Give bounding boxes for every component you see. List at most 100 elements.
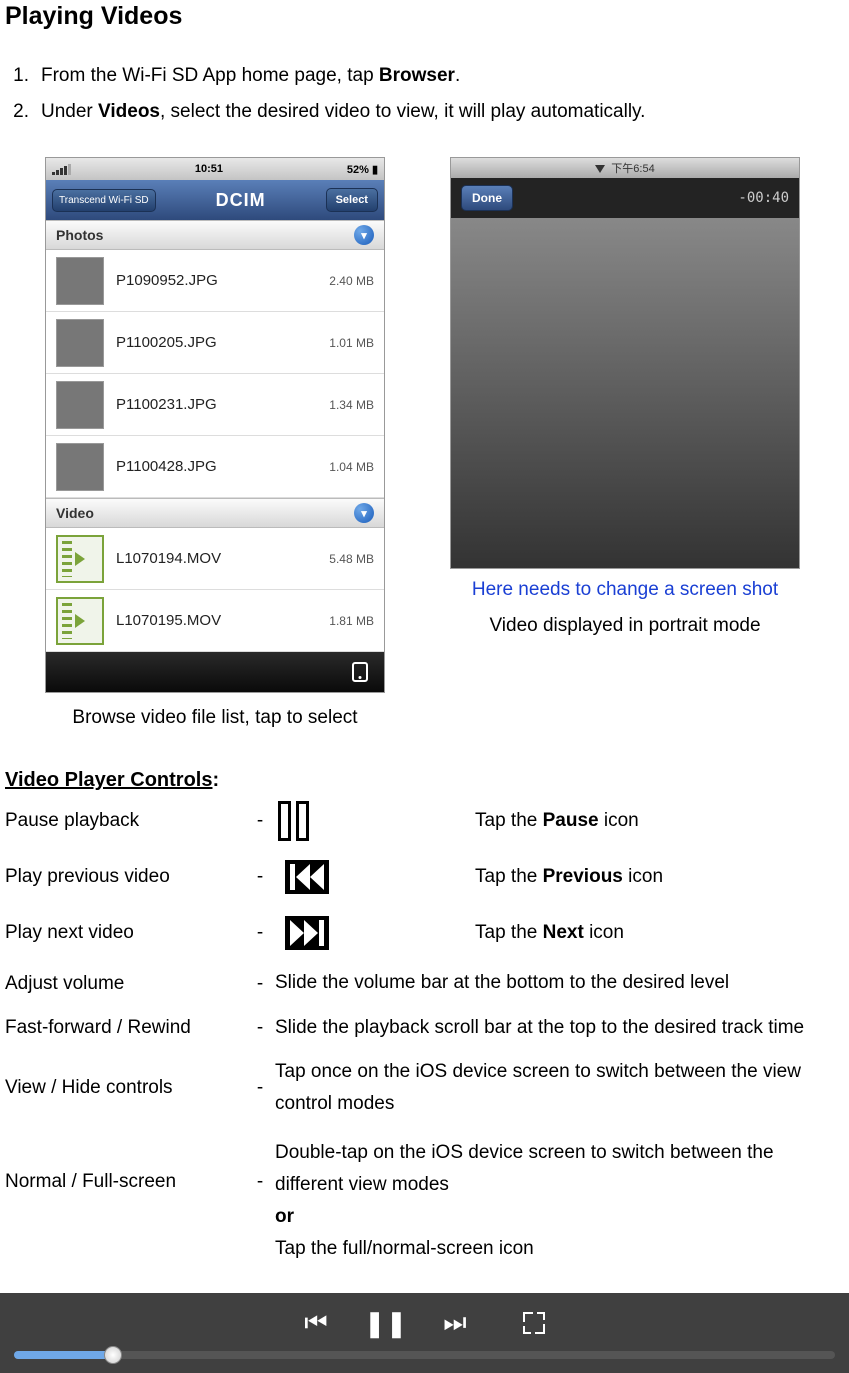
video-thumbnail [56, 597, 104, 645]
control-description: Tap the Next icon [475, 917, 844, 949]
control-label: Normal / Full-screen [5, 1137, 245, 1193]
pause-icon[interactable]: ❚❚ [364, 1308, 408, 1339]
list-item[interactable]: L1070195.MOV 1.81 MB [46, 590, 384, 652]
control-label: Play next video [5, 922, 245, 944]
instruction-1: 1. From the Wi-Fi SD App home page, tap … [5, 59, 844, 93]
file-name: P1100428.JPG [116, 458, 317, 475]
file-size: 2.40 MB [329, 274, 374, 288]
file-size: 1.34 MB [329, 398, 374, 412]
photo-thumbnail [56, 319, 104, 367]
file-size: 5.48 MB [329, 552, 374, 566]
slider-thumb[interactable] [104, 1346, 122, 1364]
table-row: Fast-forward / Rewind - Slide the playba… [5, 1006, 844, 1050]
fullscreen-icon[interactable] [523, 1312, 545, 1334]
pause-icon [275, 799, 311, 843]
right-screenshot-column: 下午6:54 Done -00:40 ⏮ ❚❚ ⏭ [445, 157, 805, 729]
video-section-header[interactable]: Video ▾ [46, 498, 384, 528]
video-thumbnail [56, 535, 104, 583]
table-row: Pause playback - Tap the Pause icon [5, 793, 844, 849]
list-item[interactable]: L1070194.MOV 5.48 MB [46, 528, 384, 590]
select-button[interactable]: Select [326, 188, 378, 212]
photo-thumbnail [56, 443, 104, 491]
left-caption: Browse video file list, tap to select [72, 707, 357, 729]
control-label: View / Hide controls [5, 1077, 245, 1099]
instruction-text: Under Videos, select the desired video t… [41, 95, 844, 129]
control-description: Slide the playback scroll bar at the top… [275, 1012, 844, 1044]
control-description: Double-tap on the iOS device screen to s… [275, 1137, 844, 1266]
control-description: Tap the Pause icon [475, 805, 844, 837]
file-size: 1.04 MB [329, 460, 374, 474]
list-item[interactable]: P1090952.JPG 2.40 MB [46, 250, 384, 312]
photo-thumbnail [56, 381, 104, 429]
video-viewport[interactable] [451, 218, 799, 568]
file-name: L1070194.MOV [116, 550, 317, 567]
control-description: Slide the volume bar at the bottom to th… [275, 967, 844, 999]
video-frame [451, 218, 799, 568]
wifi-icon [595, 165, 605, 173]
instruction-number: 1. [5, 59, 41, 93]
ios-status-bar: 10:51 52% ▮ [46, 158, 384, 180]
video-player-screenshot: 下午6:54 Done -00:40 ⏮ ❚❚ ⏭ [450, 157, 800, 569]
controls-section-title: Video Player Controls: [5, 765, 844, 793]
file-size: 1.81 MB [329, 614, 374, 628]
nav-bar: Transcend Wi-Fi SD DCIM Select [46, 180, 384, 220]
screenshot-note: Here needs to change a screen shot [445, 579, 805, 601]
control-description: Tap the Previous icon [475, 861, 844, 893]
done-button[interactable]: Done [461, 185, 513, 211]
control-label: Fast-forward / Rewind [5, 1017, 245, 1039]
page-title: Playing Videos [5, 2, 844, 31]
list-item[interactable]: P1100231.JPG 1.34 MB [46, 374, 384, 436]
list-item[interactable]: P1100428.JPG 1.04 MB [46, 436, 384, 498]
table-row: Play previous video - Tap the Previous i… [5, 849, 844, 905]
photos-section-header[interactable]: Photos ▾ [46, 220, 384, 250]
previous-icon[interactable]: ⏮ [304, 1307, 327, 1339]
file-name: L1070195.MOV [116, 612, 317, 629]
dash: - [245, 973, 275, 995]
instruction-text: From the Wi-Fi SD App home page, tap Bro… [41, 59, 844, 93]
ios-status-bar: 下午6:54 [451, 158, 799, 178]
instruction-number: 2. [5, 95, 41, 129]
file-size: 1.01 MB [329, 336, 374, 350]
instructions-list: 1. From the Wi-Fi SD App home page, tap … [5, 59, 844, 129]
next-icon[interactable]: ⏭ [443, 1307, 466, 1339]
dash: - [245, 922, 275, 944]
left-screenshot-column: 10:51 52% ▮ Transcend Wi-Fi SD DCIM Sele… [45, 157, 385, 729]
video-player-controls-table: Pause playback - Tap the Pause icon Play… [5, 793, 844, 1271]
right-caption: Video displayed in portrait mode [489, 615, 760, 637]
previous-icon [275, 855, 339, 899]
status-battery: 52% ▮ [347, 163, 378, 176]
dash: - [245, 1077, 275, 1099]
table-row: Normal / Full-screen - Double-tap on the… [5, 1127, 844, 1272]
remaining-time: -00:40 [738, 190, 789, 206]
device-icon[interactable] [352, 662, 368, 682]
dash: - [245, 1137, 275, 1193]
file-name: P1090952.JPG [116, 272, 317, 289]
chevron-down-icon: ▾ [354, 503, 374, 523]
bottom-toolbar [46, 652, 384, 692]
table-row: View / Hide controls - Tap once on the i… [5, 1050, 844, 1127]
control-label: Pause playback [5, 810, 245, 832]
file-name: P1100231.JPG [116, 396, 317, 413]
status-time: 10:51 [195, 163, 223, 175]
nav-title: DCIM [216, 190, 266, 211]
dash: - [245, 810, 275, 832]
file-browser-screenshot: 10:51 52% ▮ Transcend Wi-Fi SD DCIM Sele… [45, 157, 385, 693]
video-top-bar: Done -00:40 [451, 178, 799, 218]
video-controls-panel: ⏮ ❚❚ ⏭ [0, 1293, 849, 1373]
volume-slider[interactable] [14, 1351, 835, 1359]
chevron-down-icon: ▾ [354, 225, 374, 245]
instruction-2: 2. Under Videos, select the desired vide… [5, 95, 844, 129]
dash: - [245, 1017, 275, 1039]
screenshots-row: 10:51 52% ▮ Transcend Wi-Fi SD DCIM Sele… [5, 157, 844, 729]
control-description: Tap once on the iOS device screen to swi… [275, 1056, 844, 1121]
photo-thumbnail [56, 257, 104, 305]
table-row: Play next video - Tap the Next icon [5, 905, 844, 961]
back-button[interactable]: Transcend Wi-Fi SD [52, 189, 156, 212]
table-row: Adjust volume - Slide the volume bar at … [5, 961, 844, 1005]
signal-icon [52, 164, 71, 175]
list-item[interactable]: P1100205.JPG 1.01 MB [46, 312, 384, 374]
control-label: Adjust volume [5, 973, 245, 995]
control-label: Play previous video [5, 866, 245, 888]
status-time: 下午6:54 [611, 160, 654, 176]
next-icon [275, 911, 339, 955]
